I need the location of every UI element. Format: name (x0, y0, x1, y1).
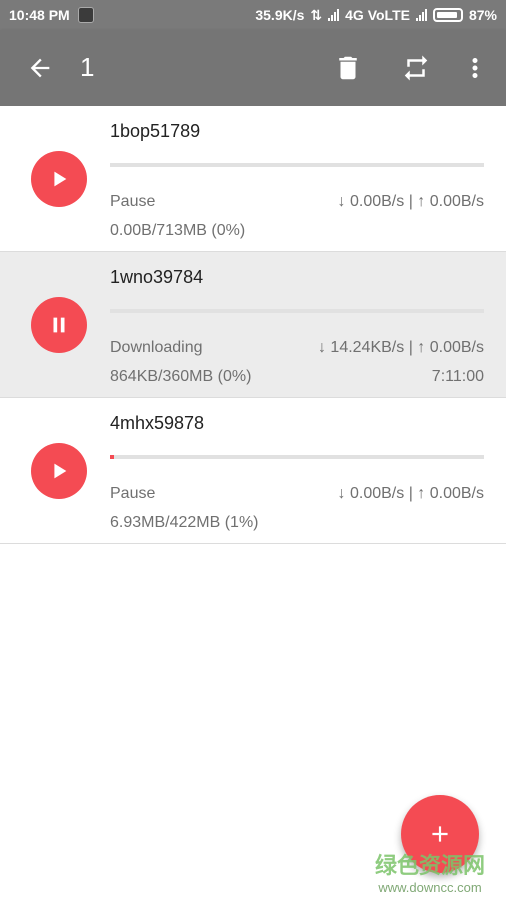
download-name: 4mhx59878 (110, 413, 205, 433)
play-icon (54, 171, 67, 187)
net-speed: 35.9K/s (255, 7, 305, 23)
download-status: Pause (110, 193, 156, 210)
pause-icon (53, 317, 65, 333)
download-item[interactable]: 1bop51789 Pause ↓ 0.00B/s | ↑ 0.00B/s 0.… (0, 106, 506, 252)
progress-track (110, 455, 484, 459)
battery-level: 87% (468, 7, 497, 23)
download-item[interactable]: 4mhx59878 Pause ↓ 0.00B/s | ↑ 0.00B/s 6.… (0, 398, 506, 544)
watermark-url: www.downcc.com (378, 880, 482, 895)
play-icon (54, 463, 67, 479)
download-item[interactable]: 1wno39784 Downloading ↓ 14.24KB/s | ↑ 0.… (0, 252, 506, 398)
download-speed: ↓ 0.00B/s | ↑ 0.00B/s (337, 193, 484, 210)
status-bar: 10:48 PM 35.9K/s ⇅ 4G VoLTE 87% (0, 0, 506, 30)
download-size: 0.00B/713MB (0%) (110, 222, 246, 239)
play-button[interactable] (31, 443, 87, 499)
download-status: Downloading (110, 339, 203, 356)
watermark-logo: 绿色资源网 (374, 853, 485, 878)
download-list: 1bop51789 Pause ↓ 0.00B/s | ↑ 0.00B/s 0.… (0, 106, 506, 544)
progress-track (110, 163, 484, 167)
back-arrow-icon[interactable] (26, 54, 54, 82)
download-name: 1wno39784 (110, 267, 204, 287)
signal-icon-2 (415, 9, 427, 21)
repeat-icon[interactable] (401, 52, 431, 84)
more-vert-icon[interactable] (460, 52, 490, 84)
play-button[interactable] (31, 151, 87, 207)
progress-fill (110, 455, 114, 459)
data-transfer-icon: ⇅ (310, 6, 323, 23)
pause-button[interactable] (31, 297, 87, 353)
battery-icon (432, 8, 463, 22)
progress-track (110, 309, 484, 313)
download-speed: ↓ 14.24KB/s | ↑ 0.00B/s (317, 339, 484, 356)
delete-icon[interactable] (333, 52, 363, 84)
download-speed: ↓ 0.00B/s | ↑ 0.00B/s (337, 485, 484, 502)
watermark: 绿色资源网 www.downcc.com (370, 848, 490, 895)
network-type: 4G VoLTE (345, 7, 410, 23)
download-status: Pause (110, 485, 156, 502)
toolbar: 1 (0, 30, 506, 106)
download-size: 864KB/360MB (0%) (110, 368, 252, 385)
status-time: 10:48 PM (9, 7, 70, 23)
app-notification-icon (77, 7, 94, 23)
plus-icon (432, 826, 448, 842)
signal-icon (328, 9, 340, 21)
download-name: 1bop51789 (110, 121, 201, 141)
download-eta: 7:11:00 (431, 368, 484, 385)
download-size: 6.93MB/422MB (1%) (110, 514, 259, 531)
toolbar-title: 1 (80, 52, 95, 82)
